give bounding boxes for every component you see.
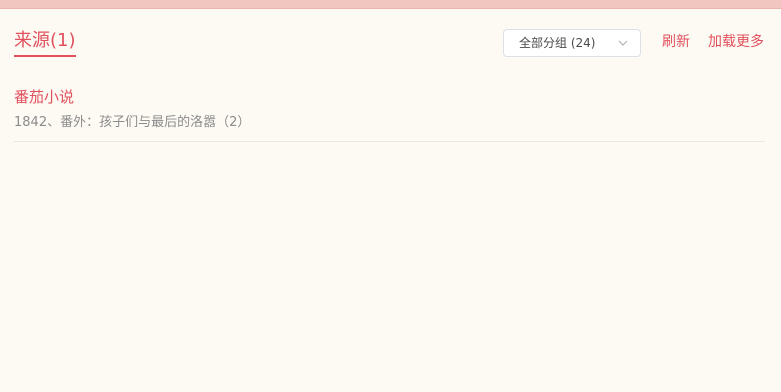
source-list: 番茄小说 1842、番外：孩子们与最后的洛嚣（2） bbox=[14, 86, 765, 142]
latest-chapter[interactable]: 1842、番外：孩子们与最后的洛嚣（2） bbox=[14, 113, 765, 132]
list-item[interactable]: 番茄小说 1842、番外：孩子们与最后的洛嚣（2） bbox=[14, 86, 765, 142]
chevron-down-icon bbox=[618, 40, 628, 46]
source-header: 来源(1) 全部分组 (24) 刷新 加载更多 bbox=[14, 29, 767, 58]
tab-sources[interactable]: 来源(1) bbox=[14, 30, 76, 57]
group-filter-select[interactable]: 全部分组 (24) bbox=[503, 29, 641, 57]
group-filter-value: 全部分组 (24) bbox=[519, 36, 596, 50]
top-accent-bar bbox=[0, 0, 781, 9]
refresh-button[interactable]: 刷新 bbox=[662, 32, 690, 52]
load-more-button[interactable]: 加载更多 bbox=[708, 32, 764, 52]
source-name[interactable]: 番茄小说 bbox=[14, 86, 765, 108]
